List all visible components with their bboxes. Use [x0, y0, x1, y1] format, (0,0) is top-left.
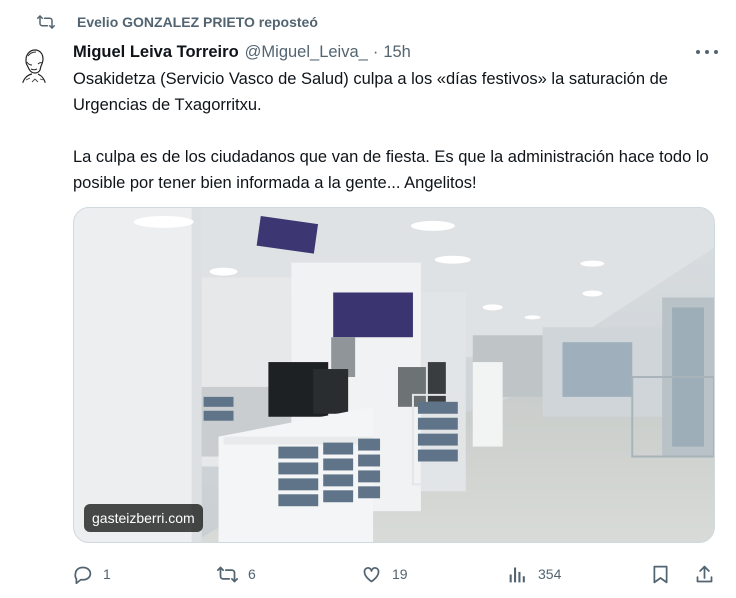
tweet-paragraph: La culpa es de los ciudadanos que van de… [73, 148, 709, 192]
timestamp[interactable]: 15h [383, 43, 411, 62]
repost-icon [217, 566, 238, 582]
avatar[interactable] [12, 42, 56, 86]
hospital-photo [74, 208, 714, 542]
bookmark-button[interactable] [650, 560, 671, 588]
tweet-text: Osakidetza (Servicio Vasco de Salud) cul… [73, 66, 713, 196]
share-icon [696, 565, 713, 582]
author-name[interactable]: Miguel Leiva Torreiro [73, 43, 239, 62]
like-button[interactable]: 19 [361, 560, 408, 588]
views-count: 354 [538, 566, 562, 582]
tweet-paragraph: Osakidetza (Servicio Vasco de Salud) cul… [73, 70, 668, 114]
repost-button[interactable]: 6 [217, 560, 256, 588]
more-icon[interactable] [696, 44, 718, 60]
reply-count: 1 [103, 566, 111, 582]
like-icon [363, 566, 380, 582]
like-count: 19 [392, 566, 408, 582]
reply-button[interactable]: 1 [72, 560, 111, 588]
bookmark-icon [653, 565, 668, 583]
separator-dot: · [372, 42, 379, 61]
repost-icon [37, 15, 55, 29]
reply-icon [74, 566, 92, 584]
author-handle[interactable]: @Miguel_Leiva_ [245, 43, 368, 62]
media-watermark: gasteizberri.com [84, 504, 203, 532]
tweet-header: Miguel Leiva Torreiro @Miguel_Leiva_ · 1… [73, 40, 411, 64]
tweet-actions: 1 6 19 354 [70, 560, 720, 588]
repost-count: 6 [248, 566, 256, 582]
tweet-media-photo[interactable]: gasteizberri.com [73, 207, 715, 543]
repost-indicator[interactable]: Evelio GONZALEZ PRIETO reposteó [37, 10, 318, 34]
views-icon [509, 567, 525, 582]
repost-label: Evelio GONZALEZ PRIETO reposteó [77, 14, 318, 30]
share-button[interactable] [694, 560, 715, 588]
views-button[interactable]: 354 [507, 560, 561, 588]
